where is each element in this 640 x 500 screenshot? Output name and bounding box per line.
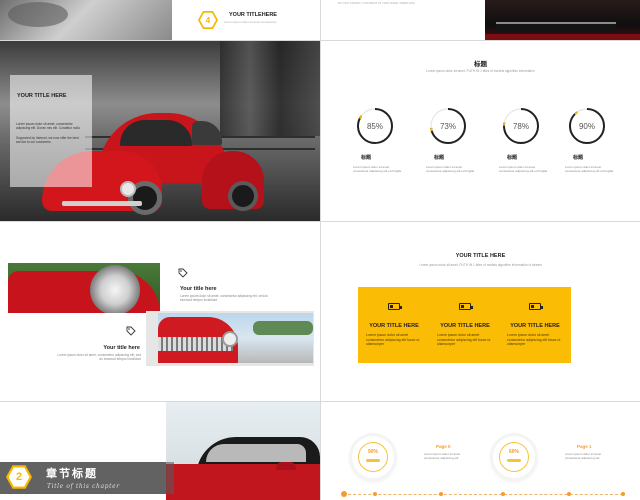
chapter-number: 2 bbox=[8, 467, 30, 487]
battery-icon bbox=[529, 303, 543, 310]
slide-grid: 4 YOUR TITLEHERE Lorem ipsum dolor sit a… bbox=[0, 0, 640, 500]
slide-thumbnail-1[interactable]: 4 YOUR TITLEHERE Lorem ipsum dolor sit a… bbox=[0, 0, 320, 40]
slide-thumbnail-4[interactable]: 标题 Lorem ipsum dolor sit amet, PUTH IN 1… bbox=[321, 41, 640, 221]
text-overlay-box bbox=[10, 75, 92, 187]
slide2-body: DO NOT MODIFY CONTENT IN THIS SLIDE TEMP… bbox=[338, 1, 415, 5]
progress-ring-body: Lorem ipsum dolor sit amet consectetur a… bbox=[426, 165, 475, 173]
progress-ring-label: 标题 bbox=[361, 155, 372, 161]
slide3-body-1: Lorem ipsum dolor sit amet, consectetur … bbox=[16, 122, 80, 131]
inner-ring bbox=[499, 442, 529, 472]
slide-thumbnail-5[interactable]: Your title here Lorem ipsum dolor sit am… bbox=[0, 222, 320, 401]
battery-icon bbox=[388, 303, 402, 310]
feature-card[interactable]: YOUR TITLE HERE Lorem ipsum dolor sit ame… bbox=[429, 287, 501, 363]
percent-value: 60% bbox=[508, 449, 519, 455]
slide3-title: YOUR TITLE HERE bbox=[17, 93, 67, 99]
slide1-body: Lorem ipsum dolor sit amet consectetur bbox=[224, 20, 277, 24]
progress-ring-value: 78% bbox=[512, 121, 529, 131]
tag-icon bbox=[126, 326, 136, 336]
slide-thumbnail-7[interactable]: 2 章节标题 Title of this chapter bbox=[0, 402, 320, 500]
progress-ring: 90% bbox=[567, 106, 607, 146]
progress-ring-value: 85% bbox=[366, 121, 383, 131]
card-body: Lorem ipsum dolor sit amet consectetur a… bbox=[437, 333, 491, 346]
progress-ring-body: Lorem ipsum dolor sit amet consectetur a… bbox=[353, 165, 402, 173]
page-body: Lorem ipsum dolor sit amet consectetur a… bbox=[565, 452, 602, 460]
battery-icon bbox=[459, 303, 473, 310]
progress-ring-label: 标题 bbox=[434, 155, 445, 161]
percent-bar bbox=[366, 459, 380, 462]
timeline-dot bbox=[621, 492, 625, 496]
progress-ring-value: 73% bbox=[439, 121, 456, 131]
slide-thumbnail-8[interactable]: 90% Page 0 Lorem ipsum dolor sit amet cons… bbox=[321, 402, 640, 500]
timeline-dot bbox=[501, 492, 505, 496]
card-title: YOUR TITLE HERE bbox=[369, 323, 419, 329]
timeline-dot bbox=[341, 491, 347, 497]
slide-thumbnail-2[interactable]: DO NOT MODIFY CONTENT IN THIS SLIDE TEMP… bbox=[321, 0, 640, 40]
slide6-title: YOUR TITLE HERE bbox=[455, 253, 506, 259]
slide6-subtitle: Lorem ipsum dolor sit amet, PUTH IN 1 ti… bbox=[419, 263, 542, 267]
card-title: YOUR TITLE HERE bbox=[440, 323, 490, 329]
slide-thumbnail-6[interactable]: YOUR TITLE HERE Lorem ipsum dolor sit am… bbox=[321, 222, 640, 401]
feature-card[interactable]: YOUR TITLE HERE Lorem ipsum dolor sit ame… bbox=[499, 287, 571, 363]
progress-ring: 85% bbox=[355, 106, 395, 146]
slide3-body-2: Supported by Internet, we now offer the … bbox=[16, 136, 79, 145]
number-hexagon: 4 bbox=[198, 11, 218, 29]
item1-title: Your title here bbox=[180, 286, 217, 292]
timeline-dot bbox=[373, 492, 377, 496]
item2-title: Your title here bbox=[103, 345, 140, 351]
page-label: Page 0 bbox=[436, 444, 451, 449]
page-body: Lorem ipsum dolor sit amet consectetur a… bbox=[424, 452, 461, 460]
car-roof-shape bbox=[496, 22, 616, 32]
chapter-title-cn: 章节标题 bbox=[46, 467, 98, 480]
section-number: 4 bbox=[200, 12, 216, 28]
headlight-photo bbox=[8, 263, 160, 313]
card-body: Lorem ipsum dolor sit amet consectetur a… bbox=[507, 333, 561, 346]
percent-bar bbox=[507, 459, 521, 462]
item1-body: Lorem ipsum dolor sit amet, consectetur … bbox=[180, 294, 269, 303]
timeline-dot bbox=[567, 492, 571, 496]
percent-circle: 60% bbox=[493, 436, 535, 478]
timeline-line bbox=[343, 494, 623, 495]
progress-ring: 78% bbox=[501, 106, 541, 146]
percent-circle: 90% bbox=[352, 436, 394, 478]
chapter-title-en: Title of this chapter bbox=[47, 483, 120, 490]
classic-car-photo bbox=[158, 313, 313, 363]
progress-ring-body: Lorem ipsum dolor sit amet consectetur a… bbox=[499, 165, 548, 173]
car-red-body bbox=[485, 34, 640, 40]
progress-ring: 73% bbox=[428, 106, 468, 146]
tag-icon bbox=[178, 268, 188, 278]
card-body: Lorem ipsum dolor sit amet consectetur a… bbox=[366, 333, 420, 346]
sky-photo bbox=[166, 402, 320, 500]
progress-ring-label: 标题 bbox=[573, 155, 584, 161]
progress-ring-value: 90% bbox=[578, 121, 595, 131]
progress-ring-label: 标题 bbox=[507, 155, 518, 161]
feature-card[interactable]: YOUR TITLE HERE Lorem ipsum dolor sit ame… bbox=[358, 287, 430, 363]
item2-body: Lorem ipsum dolor sit amet, consectetur … bbox=[57, 353, 141, 362]
timeline-dot bbox=[439, 492, 443, 496]
slide4-title: 标题 bbox=[474, 61, 487, 68]
car-fender-shape bbox=[8, 2, 68, 27]
page-label: Page 1 bbox=[577, 444, 592, 449]
progress-ring-body: Lorem ipsum dolor sit amet consectetur a… bbox=[565, 165, 614, 173]
inner-ring bbox=[358, 442, 388, 472]
slide4-subtitle: Lorem ipsum dolor sit amet, PUTH IN 1 ti… bbox=[426, 69, 535, 73]
slide1-title: YOUR TITLEHERE bbox=[229, 12, 277, 18]
card-title: YOUR TITLE HERE bbox=[510, 323, 560, 329]
chapter-banner-extension bbox=[166, 462, 174, 494]
slide-thumbnail-3[interactable]: YOUR TITLE HERE Lorem ipsum dolor sit am… bbox=[0, 41, 320, 221]
percent-value: 90% bbox=[367, 449, 378, 455]
